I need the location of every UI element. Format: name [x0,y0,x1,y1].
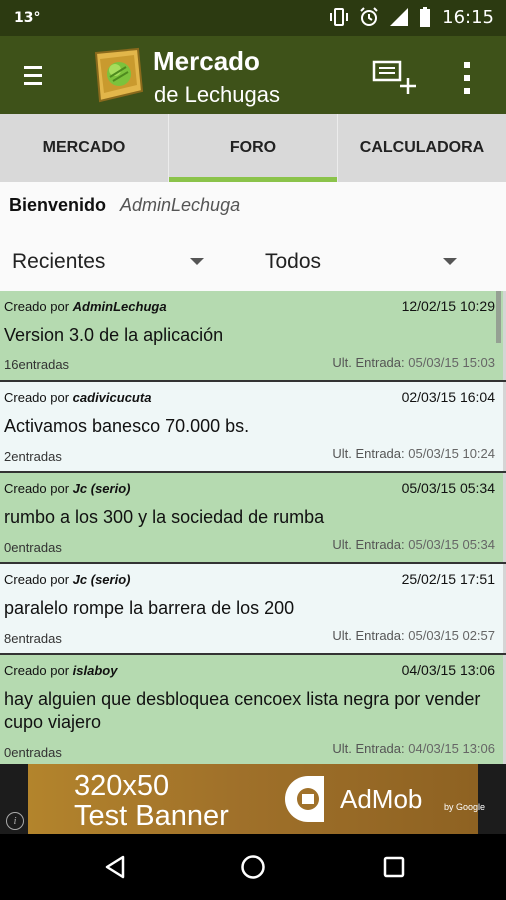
lettuce-basket-logo-icon [94,47,144,103]
app-bar: Mercado de Lechugas [0,36,506,114]
alarm-icon [360,7,378,26]
post-author-line: Creado por Jc (serio) [4,572,131,587]
tab-mercado[interactable]: MERCADO [0,114,168,182]
tab-foro-label: FORO [229,139,277,156]
post-author: Jc (serio) [72,572,131,587]
app-title: Mercado [153,46,260,76]
post-date: 25/02/15 17:51 [401,571,495,587]
post-entry-count: 0entradas [4,745,62,760]
sort-dropdown-arrow-icon[interactable] [190,258,204,265]
post-title: rumbo a los 300 y la sociedad de rumba [4,507,325,527]
admob-brand-text: AdMob [340,784,422,814]
post-title: Activamos banesco 70.000 bs. [4,416,250,436]
post-last-entry: Ult. Entrada: 05/03/15 15:03 [332,355,495,370]
battery-icon [420,7,431,27]
post-title: Version 3.0 de la aplicación [4,325,224,345]
post-date: 02/03/15 16:04 [401,389,495,405]
back-icon[interactable] [103,854,127,880]
post-item[interactable]: Creado por cadivicucuta 02/03/15 16:04 A… [0,382,503,471]
post-date: 04/03/15 13:06 [401,662,495,678]
tab-mercado-label: MERCADO [42,139,126,156]
overflow-menu-icon[interactable] [460,62,474,96]
post-last-entry: Ult. Entrada: 05/03/15 05:34 [332,537,495,552]
app-subtitle: de Lechugas [154,82,280,107]
post-title: hay alguien que desbloquea cencoex lista… [4,689,481,732]
admob-logo-icon: AdMob by Google [285,776,485,822]
post-author: islaboy [72,663,118,678]
welcome-bar: Bienvenido AdminLechuga [0,182,506,228]
post-entry-count: 8entradas [4,631,62,646]
scope-dropdown[interactable]: Todos [265,250,321,274]
sort-dropdown[interactable]: Recientes [12,250,105,274]
admob-by-text: by Google [444,802,485,812]
post-item[interactable]: Creado por Jc (serio) 05/03/15 05:34 rum… [0,473,503,562]
status-bar: 13° 16:15 [0,0,506,36]
recents-icon[interactable] [382,855,406,879]
post-last-entry: Ult. Entrada: 05/03/15 02:57 [332,628,495,643]
post-last-entry: Ult. Entrada: 04/03/15 13:06 [332,741,495,756]
clock: 16:15 [442,6,494,28]
post-author: AdminLechuga [72,299,167,314]
post-item[interactable]: Creado por islaboy 04/03/15 13:06 hay al… [0,655,503,764]
home-icon[interactable] [240,854,266,880]
post-author: Jc (serio) [72,481,131,496]
tab-calculadora-label: CALCULADORA [359,139,485,156]
ad-info-icon[interactable]: i [6,812,24,830]
post-date: 12/02/15 10:29 [401,298,495,314]
ad-area: 320x50 Test Banner AdMob by Google i [0,764,506,834]
post-author-line: Creado por AdminLechuga [4,299,167,314]
welcome-username: AdminLechuga [120,195,241,215]
vibrate-icon [330,8,349,26]
post-item[interactable]: Creado por Jc (serio) 25/02/15 17:51 par… [0,564,503,653]
post-last-entry: Ult. Entrada: 05/03/15 10:24 [332,446,495,461]
post-title: paralelo rompe la barrera de los 200 [4,598,295,618]
hamburger-menu-icon[interactable] [24,66,42,86]
post-author-line: Creado por Jc (serio) [4,481,131,496]
post-date: 05/03/15 05:34 [401,480,495,496]
status-icons: 16:15 [328,6,494,28]
signal-icon [390,8,409,26]
ad-banner[interactable]: 320x50 Test Banner AdMob by Google [28,764,485,834]
ad-line1: 320x50 [74,770,170,802]
post-item[interactable]: Creado por AdminLechuga 12/02/15 10:29 V… [0,291,503,380]
welcome-label: Bienvenido [9,195,107,215]
tab-calculadora[interactable]: CALCULADORA [337,114,506,182]
scope-dropdown-arrow-icon[interactable] [443,258,457,265]
new-post-icon[interactable] [370,58,416,98]
navigation-bar [0,834,506,900]
post-author: cadivicucuta [72,390,152,405]
post-author-line: Creado por islaboy [4,663,118,678]
post-entry-count: 0entradas [4,540,62,555]
tab-bar: MERCADO FORO CALCULADORA [0,114,506,182]
post-entry-count: 16entradas [4,357,70,372]
temperature-indicator: 13° [14,10,41,26]
list-scrollbar[interactable] [496,291,501,343]
post-author-line: Creado por cadivicucuta [4,390,152,405]
post-entry-count: 2entradas [4,449,62,464]
tab-foro[interactable]: FORO [168,114,337,182]
ad-line2: Test Banner [74,800,229,832]
